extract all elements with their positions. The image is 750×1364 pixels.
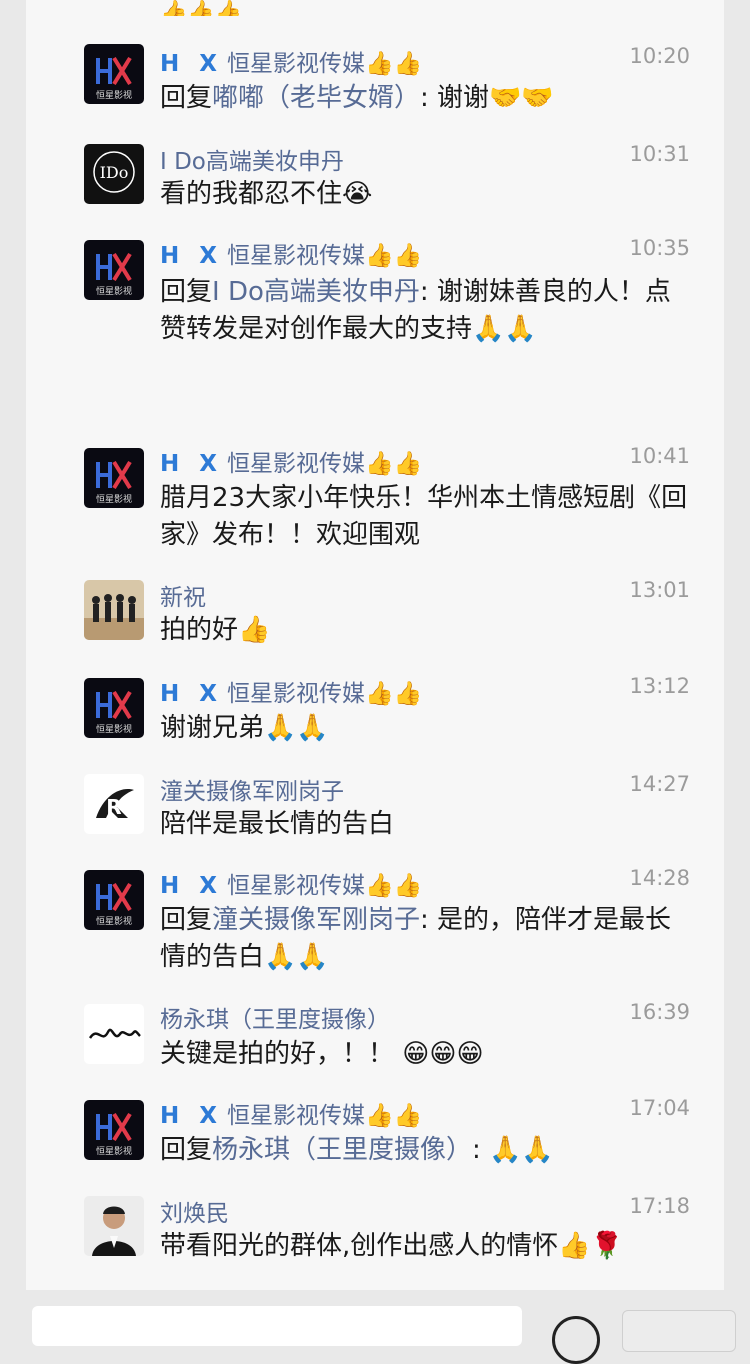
- comment-time: 13:01: [629, 578, 690, 602]
- name-rest: 恒星影视传媒👍👍: [227, 451, 423, 477]
- hx-letters: H X: [160, 681, 223, 707]
- r-logo-avatar[interactable]: R: [84, 774, 144, 834]
- commenter-name[interactable]: I Do高端美妆申丹: [160, 142, 344, 176]
- hx-logo-avatar[interactable]: 恒星影视: [84, 870, 144, 930]
- comment-body: 回复杨永琪（王里度摄像）: 🙏🙏: [160, 1132, 694, 1169]
- comment-text: 谢谢兄弟🙏🙏: [160, 713, 329, 743]
- comment-text: : 谢谢🤝🤝: [420, 83, 554, 113]
- comment-body: 回复I Do高端美妆申丹: 谢谢妹善良的人！点赞转发是对创作最大的支持🙏🙏: [160, 274, 694, 348]
- svg-text:恒星影视: 恒星影视: [96, 285, 132, 297]
- svg-text:恒星影视: 恒星影视: [96, 915, 132, 927]
- comment-time: 14:28: [629, 866, 690, 890]
- comment-time: 16:39: [629, 1000, 690, 1024]
- comment-text: 看的我都忍不住😭: [160, 179, 373, 209]
- name-rest: 恒星影视传媒👍👍: [227, 681, 423, 707]
- portrait-avatar[interactable]: [84, 1196, 144, 1256]
- comment-text: 带看阳光的群体,创作出感人的情怀👍🌹: [160, 1231, 624, 1261]
- svg-text:R: R: [106, 795, 121, 819]
- comment-body: 回复嘟嘟（老毕女婿）: 谢谢🤝🤝: [160, 80, 694, 117]
- comment-body: 带看阳光的群体,创作出感人的情怀👍🌹: [160, 1228, 694, 1265]
- commenter-name[interactable]: 潼关摄像军刚岗子: [160, 772, 344, 806]
- comment-text: : 🙏🙏: [472, 1135, 554, 1165]
- hx-letters: H X: [160, 451, 223, 477]
- mention[interactable]: 嘟嘟（老毕女婿）: [212, 83, 420, 113]
- signature-logo-avatar[interactable]: [84, 1004, 144, 1064]
- hx-letters: H X: [160, 243, 223, 269]
- hx-letters: H X: [160, 51, 223, 77]
- commenter-name[interactable]: 刘焕民: [160, 1194, 229, 1228]
- comment-time: 10:31: [629, 142, 690, 166]
- comment-body: 回复潼关摄像军刚岗子: 是的，陪伴才是最长情的告白🙏🙏: [160, 902, 694, 976]
- commenter-name[interactable]: H X 恒星影视传媒👍👍: [160, 674, 422, 708]
- svg-text:IDo: IDo: [100, 163, 129, 182]
- comment-body: 看的我都忍不住😭: [160, 176, 694, 213]
- comment-time: 17:18: [629, 1194, 690, 1218]
- svg-text:恒星影视: 恒星影视: [96, 723, 132, 735]
- hx-logo-avatar[interactable]: 恒星影视: [84, 44, 144, 104]
- reply-prefix: 回复: [160, 277, 213, 307]
- commenter-name[interactable]: 杨永琪（王里度摄像）: [160, 1000, 390, 1034]
- partial-emoji: 👍👍👍: [160, 0, 243, 16]
- comment-time: 14:27: [629, 772, 690, 796]
- name-rest: 恒星影视传媒👍👍: [227, 873, 423, 899]
- emoji-button-icon[interactable]: [552, 1316, 600, 1364]
- name-rest: 恒星影视传媒👍👍: [227, 51, 423, 77]
- hx-logo-avatar[interactable]: 恒星影视: [84, 1100, 144, 1160]
- comment-body: 陪伴是最长情的告白: [160, 806, 694, 843]
- commenter-name[interactable]: H X 恒星影视传媒👍👍: [160, 44, 422, 78]
- hx-logo-avatar[interactable]: 恒星影视: [84, 448, 144, 508]
- hx-logo-avatar[interactable]: 恒星影视: [84, 240, 144, 300]
- comment-body: 腊月23大家小年快乐！华州本土情感短剧《回家》发布！！欢迎围观: [160, 480, 694, 554]
- hx-letters: H X: [160, 873, 223, 899]
- hx-logo-avatar[interactable]: 恒星影视: [84, 678, 144, 738]
- svg-text:恒星影视: 恒星影视: [96, 1145, 132, 1157]
- comment-time: 17:04: [629, 1096, 690, 1120]
- comment-time: 10:20: [629, 44, 690, 68]
- hx-letters: H X: [160, 1103, 223, 1129]
- mention[interactable]: 潼关摄像军刚岗子: [212, 905, 420, 935]
- comment-text: 关键是拍的好，！！ 😁😁😁: [160, 1039, 484, 1069]
- comment-input[interactable]: [32, 1306, 522, 1346]
- mention[interactable]: I Do高端美妆申丹: [212, 277, 420, 307]
- reply-prefix: 回复: [160, 83, 213, 113]
- svg-text:恒星影视: 恒星影视: [96, 89, 132, 101]
- commenter-name[interactable]: 新祝: [160, 578, 206, 612]
- comment-body: 关键是拍的好，！！ 😁😁😁: [160, 1036, 694, 1073]
- comment-time: 13:12: [629, 674, 690, 698]
- comment-time: 10:41: [629, 444, 690, 468]
- comment-text: 拍的好👍: [160, 615, 271, 645]
- reply-prefix: 回复: [160, 905, 213, 935]
- commenter-name[interactable]: H X 恒星影视传媒👍👍: [160, 444, 422, 478]
- svg-text:恒星影视: 恒星影视: [96, 493, 132, 505]
- comment-body: 拍的好👍: [160, 612, 694, 649]
- name-rest: 恒星影视传媒👍👍: [227, 1103, 423, 1129]
- comment-body: 谢谢兄弟🙏🙏: [160, 710, 694, 747]
- mention[interactable]: 杨永琪（王里度摄像）: [212, 1135, 472, 1165]
- group-photo-avatar[interactable]: [84, 580, 144, 640]
- partial-emoji-row: 👍👍👍: [160, 0, 242, 16]
- commenter-name[interactable]: H X 恒星影视传媒👍👍: [160, 1096, 422, 1130]
- commenter-name[interactable]: H X 恒星影视传媒👍👍: [160, 866, 422, 900]
- commenter-name[interactable]: H X 恒星影视传媒👍👍: [160, 236, 422, 270]
- comment-time: 10:35: [629, 236, 690, 260]
- comment-text: 陪伴是最长情的告白: [160, 809, 395, 839]
- name-rest: 恒星影视传媒👍👍: [227, 243, 423, 269]
- comment-text: 腊月23大家小年快乐！华州本土情感短剧《回家》发布！！欢迎围观: [160, 483, 688, 550]
- send-button[interactable]: [622, 1310, 736, 1352]
- reply-prefix: 回复: [160, 1135, 213, 1165]
- ido-logo-avatar[interactable]: IDo: [84, 144, 144, 204]
